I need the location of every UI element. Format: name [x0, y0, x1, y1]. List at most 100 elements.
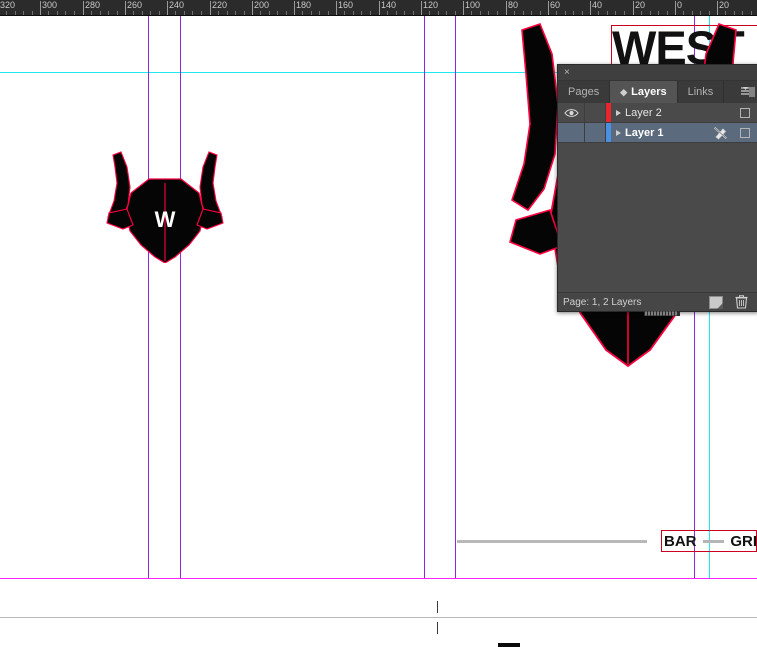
- ruler-minor-tick: [650, 11, 651, 15]
- panel-titlebar[interactable]: ×: [558, 65, 757, 81]
- ruler-minor-tick: [100, 11, 101, 15]
- ruler-label: 80: [508, 0, 519, 10]
- ruler-minor-tick: [615, 11, 616, 15]
- ruler-label: 160: [338, 0, 354, 10]
- ruler-minor-tick: [244, 11, 245, 15]
- ruler-label: 120: [423, 0, 439, 10]
- ruler-minor-tick: [319, 11, 320, 15]
- ruler-minor-tick: [658, 11, 659, 15]
- ruler-minor-tick: [159, 11, 160, 15]
- ruler-minor-tick: [201, 11, 202, 15]
- ruler-label: 40: [592, 0, 603, 10]
- ruler-label: 0: [677, 0, 683, 10]
- ruler-minor-tick: [344, 11, 345, 15]
- tagline-text[interactable]: BAR GRI: [664, 532, 757, 550]
- ruler-minor-tick: [396, 11, 397, 15]
- ruler-minor-tick: [184, 11, 185, 15]
- ruler-minor-tick: [108, 11, 109, 15]
- layers-panel[interactable]: × Pages ◆ Layers Links Layer 2 Layer 1 P…: [557, 64, 757, 316]
- panel-status-bar: Page: 1, 2 Layers: [558, 292, 757, 311]
- layer-row[interactable]: Layer 2: [558, 103, 757, 123]
- ruler-minor-tick: [74, 11, 75, 15]
- tab-pages[interactable]: Pages: [558, 81, 611, 103]
- ruler-minor-tick: [235, 11, 236, 15]
- ruler-minor-tick: [361, 11, 362, 15]
- panel-tab-strip[interactable]: Pages ◆ Layers Links: [558, 81, 757, 104]
- layer-list[interactable]: Layer 2 Layer 1: [558, 103, 757, 293]
- guide-vertical-2[interactable]: [180, 15, 181, 578]
- tagline-rule: [457, 540, 647, 543]
- layer-name-cell[interactable]: Layer 2: [611, 107, 708, 119]
- ruler-minor-tick: [6, 11, 7, 15]
- pen-crossed-icon: [713, 126, 727, 140]
- ruler-minor-tick: [142, 11, 143, 15]
- layer-lock-toggle[interactable]: [585, 123, 606, 142]
- ruler-label: 20: [635, 0, 646, 10]
- ruler-minor-tick: [742, 11, 743, 15]
- ruler-minor-tick: [328, 11, 329, 15]
- text-caret-bottom: [437, 622, 438, 634]
- layer-name-cell[interactable]: Layer 1: [611, 127, 708, 139]
- ruler-minor-tick: [751, 11, 752, 15]
- layer-target-toggle[interactable]: [732, 127, 757, 138]
- tab-layers[interactable]: ◆ Layers: [610, 81, 678, 103]
- ruler-minor-tick: [573, 11, 574, 15]
- chevron-right-icon[interactable]: [616, 109, 621, 116]
- ruler-minor-tick: [488, 11, 489, 15]
- ruler-minor-tick: [370, 11, 371, 15]
- tab-links-label: Links: [687, 86, 714, 98]
- guide-vertical-1[interactable]: [148, 15, 149, 578]
- ruler-minor-tick: [260, 11, 261, 15]
- ruler-minor-tick: [692, 11, 693, 15]
- ruler-minor-tick: [117, 11, 118, 15]
- eye-icon: [563, 108, 579, 117]
- trash-icon[interactable]: [735, 295, 748, 309]
- ruler-minor-tick: [302, 11, 303, 15]
- target-square-icon: [740, 107, 750, 118]
- ruler-minor-tick: [353, 11, 354, 15]
- close-icon[interactable]: ×: [564, 67, 570, 78]
- ruler-minor-tick: [150, 11, 151, 15]
- layer-name: Layer 2: [625, 106, 662, 119]
- ruler-minor-tick: [641, 11, 642, 15]
- layer-row[interactable]: Layer 1: [558, 123, 757, 143]
- tagline-right-word: GRI: [730, 532, 757, 550]
- horizontal-ruler[interactable]: 320 300 280 260 240 220 200 180 160 140 120 100 80 60…: [0, 0, 757, 16]
- ruler-minor-tick: [192, 11, 193, 15]
- ruler-minor-tick: [734, 11, 735, 15]
- ruler-minor-tick: [91, 11, 92, 15]
- ruler-minor-tick: [227, 11, 228, 15]
- ruler-minor-tick: [438, 11, 439, 15]
- ruler-minor-tick: [540, 11, 541, 15]
- ruler-label: 280: [85, 0, 101, 10]
- target-square-icon: [740, 127, 750, 138]
- ruler-minor-tick: [15, 11, 16, 15]
- layer-visibility-toggle[interactable]: [558, 123, 585, 142]
- layer-pen-cell[interactable]: [708, 126, 732, 140]
- monogram-letter: W: [155, 207, 176, 232]
- tab-links[interactable]: Links: [677, 81, 725, 103]
- panel-menu-icon[interactable]: [741, 86, 755, 98]
- ruler-label: 300: [42, 0, 58, 10]
- ruler-minor-tick: [725, 11, 726, 15]
- ruler-minor-tick: [413, 11, 414, 15]
- tagline-divider-dash: [702, 539, 725, 543]
- longhorn-skull-logo-small[interactable]: W: [105, 143, 225, 263]
- page-edge-bottom: [0, 578, 757, 579]
- ruler-label: 320: [0, 0, 16, 10]
- panel-resize-grip[interactable]: [644, 311, 680, 316]
- layer-visibility-toggle[interactable]: [558, 103, 585, 122]
- text-caret-top: [437, 601, 438, 613]
- ruler-minor-tick: [607, 11, 608, 15]
- bleed-line-bottom: [0, 617, 757, 618]
- ruler-minor-tick: [32, 11, 33, 15]
- layer-lock-toggle[interactable]: [585, 103, 606, 122]
- new-layer-icon[interactable]: [709, 295, 723, 309]
- guide-vertical-4[interactable]: [455, 15, 456, 578]
- layer-target-toggle[interactable]: [732, 107, 757, 118]
- tagline-left-word: BAR: [664, 532, 697, 550]
- chevron-right-icon[interactable]: [616, 129, 621, 136]
- guide-vertical-3[interactable]: [424, 15, 425, 578]
- ruler-minor-tick: [514, 11, 515, 15]
- ruler-minor-tick: [471, 11, 472, 15]
